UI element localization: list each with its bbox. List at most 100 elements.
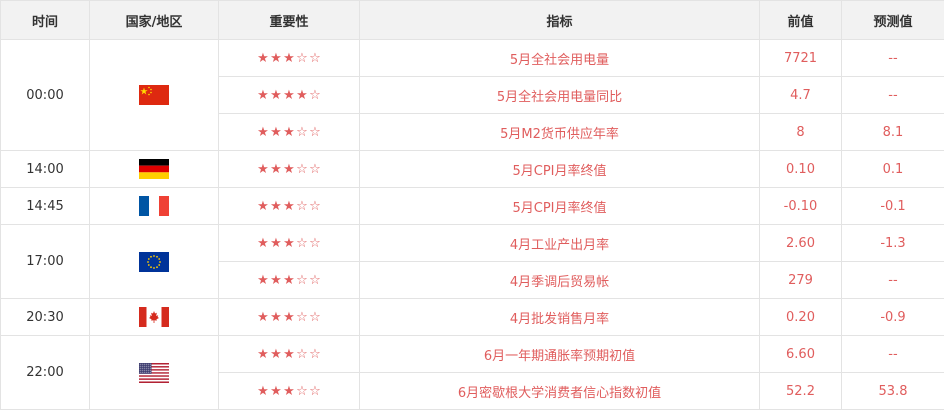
previous-value: 8: [759, 113, 842, 151]
indicator-name[interactable]: 5月CPI月率终值: [359, 187, 760, 225]
star-filled-icon: ★: [270, 198, 282, 214]
star-empty-icon: ☆: [309, 235, 321, 251]
forecast-value: 8.1: [841, 113, 944, 151]
header-time[interactable]: 时间: [0, 0, 90, 40]
star-filled-icon: ★: [257, 309, 269, 325]
header-forecast[interactable]: 预测值: [841, 0, 944, 40]
previous-value: 7721: [759, 39, 842, 77]
importance-rating: ★★★☆☆: [218, 39, 360, 77]
header-country[interactable]: 国家/地区: [89, 0, 219, 40]
indicator-name[interactable]: 5月M2货币供应年率: [359, 113, 760, 151]
country-cell: [89, 187, 219, 225]
table-row[interactable]: 22:00 ★★★☆☆ 6月一年期通胀率预期初值 6.60 --: [0, 335, 944, 410]
event-time: 22:00: [0, 335, 90, 410]
country-cell: [89, 298, 219, 336]
indicator-name[interactable]: 5月全社会用电量同比: [359, 76, 760, 114]
star-filled-icon: ★: [283, 161, 295, 177]
star-rating: ★★★☆☆: [257, 348, 322, 361]
indicator-name[interactable]: 5月全社会用电量: [359, 39, 760, 77]
canada-flag-icon: [139, 307, 169, 327]
importance-rating: ★★★☆☆: [218, 298, 360, 336]
star-rating: ★★★☆☆: [257, 311, 322, 324]
star-filled-icon: ★: [270, 272, 282, 288]
star-rating: ★★★☆☆: [257, 52, 322, 65]
indicator-name[interactable]: 6月密歇根大学消费者信心指数初值: [359, 372, 760, 410]
table-row[interactable]: 14:45 ★★★☆☆ 5月CPI月率终值 -0.10 -0.1: [0, 187, 944, 225]
table-row[interactable]: 17:00 ★★★☆☆ 4月工业产出月率 2.60 -1.3: [0, 224, 944, 299]
forecast-value: 53.8: [841, 372, 944, 410]
france-flag-icon: [139, 196, 169, 216]
indicator-name[interactable]: 6月一年期通胀率预期初值: [359, 335, 760, 373]
eu-flag-icon: [139, 251, 169, 272]
star-rating: ★★★★☆: [257, 89, 322, 102]
star-filled-icon: ★: [270, 235, 282, 251]
table-row[interactable]: 00:00 ★★★☆☆ 5月全社会用电量 7721 --: [0, 39, 944, 151]
star-filled-icon: ★: [283, 309, 295, 325]
header-importance[interactable]: 重要性: [218, 0, 360, 40]
star-filled-icon: ★: [270, 50, 282, 66]
germany-flag-icon: [139, 159, 169, 179]
indicator-name[interactable]: 4月季调后贸易帐: [359, 261, 760, 299]
header-row: 时间 国家/地区 重要性 指标 前值 预测值: [0, 0, 944, 40]
star-filled-icon: ★: [283, 383, 295, 399]
forecast-value: --: [841, 76, 944, 114]
star-empty-icon: ☆: [309, 309, 321, 325]
star-filled-icon: ★: [257, 383, 269, 399]
star-filled-icon: ★: [283, 50, 295, 66]
star-empty-icon: ☆: [296, 161, 308, 177]
importance-rating: ★★★☆☆: [218, 261, 360, 299]
star-filled-icon: ★: [270, 383, 282, 399]
forecast-value: -0.9: [841, 298, 944, 336]
star-empty-icon: ☆: [296, 235, 308, 251]
star-rating: ★★★☆☆: [257, 237, 322, 250]
previous-value: 279: [759, 261, 842, 299]
event-time: 00:00: [0, 39, 90, 151]
indicator-name[interactable]: 5月CPI月率终值: [359, 150, 760, 188]
star-filled-icon: ★: [257, 87, 269, 103]
forecast-value: --: [841, 335, 944, 373]
star-filled-icon: ★: [257, 198, 269, 214]
star-empty-icon: ☆: [309, 198, 321, 214]
star-filled-icon: ★: [270, 346, 282, 362]
star-filled-icon: ★: [257, 50, 269, 66]
star-empty-icon: ☆: [309, 346, 321, 362]
star-filled-icon: ★: [296, 87, 308, 103]
forecast-value: --: [841, 261, 944, 299]
previous-value: 2.60: [759, 224, 842, 262]
country-cell: [89, 150, 219, 188]
indicator-name[interactable]: 4月批发销售月率: [359, 298, 760, 336]
event-time: 14:45: [0, 187, 90, 225]
star-empty-icon: ☆: [309, 50, 321, 66]
event-time: 20:30: [0, 298, 90, 336]
forecast-value: -0.1: [841, 187, 944, 225]
star-empty-icon: ☆: [296, 50, 308, 66]
star-filled-icon: ★: [283, 346, 295, 362]
china-flag-icon: [139, 85, 169, 105]
star-empty-icon: ☆: [296, 124, 308, 140]
star-empty-icon: ☆: [309, 161, 321, 177]
header-previous[interactable]: 前值: [759, 0, 842, 40]
star-filled-icon: ★: [270, 124, 282, 140]
star-filled-icon: ★: [257, 346, 269, 362]
star-filled-icon: ★: [283, 235, 295, 251]
star-empty-icon: ☆: [296, 309, 308, 325]
star-empty-icon: ☆: [309, 272, 321, 288]
table-row[interactable]: 14:00 ★★★☆☆ 5月CPI月率终值 0.10 0.1: [0, 150, 944, 188]
star-empty-icon: ☆: [296, 383, 308, 399]
header-indicator[interactable]: 指标: [359, 0, 760, 40]
country-cell: [89, 335, 219, 410]
star-filled-icon: ★: [257, 124, 269, 140]
calendar-body: 00:00 ★★★☆☆ 5月全社会用电量 7721 -- ★★★★☆ 5月全社会用电量同比…: [0, 39, 944, 410]
importance-rating: ★★★☆☆: [218, 113, 360, 151]
star-empty-icon: ☆: [309, 383, 321, 399]
importance-rating: ★★★☆☆: [218, 187, 360, 225]
forecast-value: --: [841, 39, 944, 77]
star-empty-icon: ☆: [296, 272, 308, 288]
previous-value: 52.2: [759, 372, 842, 410]
star-filled-icon: ★: [283, 87, 295, 103]
indicator-name[interactable]: 4月工业产出月率: [359, 224, 760, 262]
country-cell: [89, 224, 219, 299]
table-row[interactable]: 20:30 ★★★☆☆ 4月批发销售月率 0.20 -0.9: [0, 298, 944, 336]
importance-rating: ★★★★☆: [218, 76, 360, 114]
previous-value: -0.10: [759, 187, 842, 225]
